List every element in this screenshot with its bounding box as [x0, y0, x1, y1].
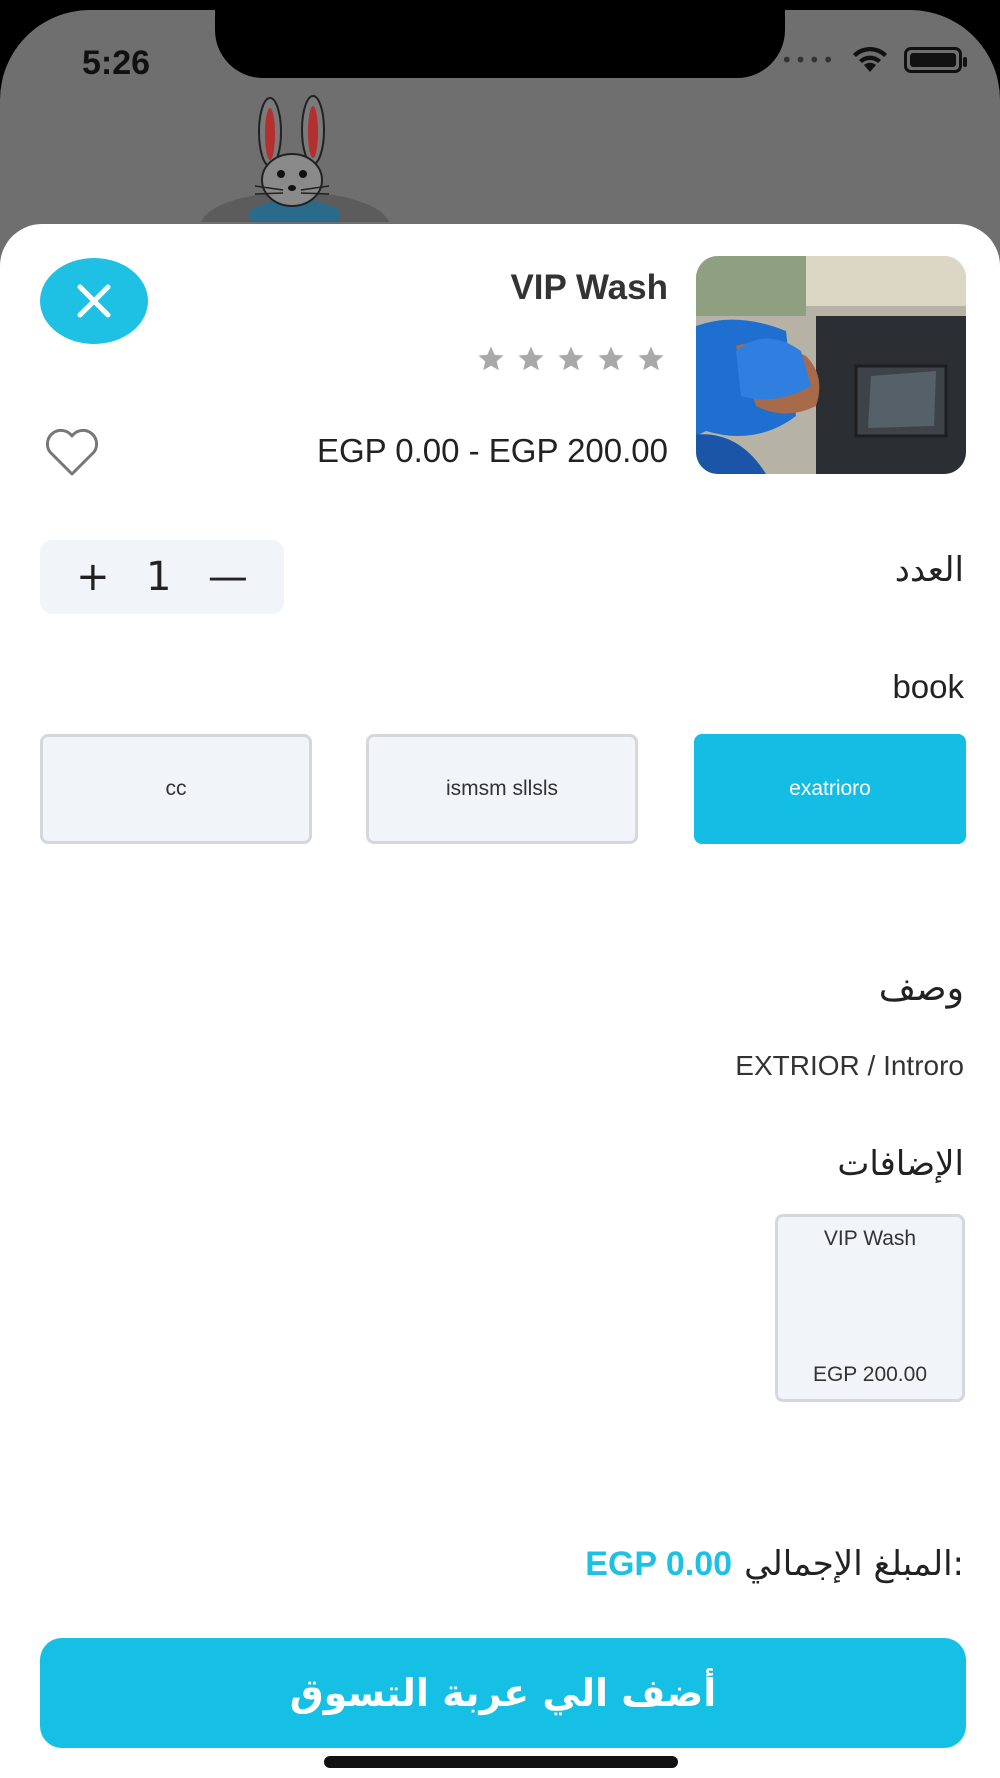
- price-range: EGP 0.00 - EGP 200.00: [316, 432, 668, 469]
- book-option-exatrioro[interactable]: exatrioro: [694, 734, 966, 844]
- total-row: EGP 0.00 المبلغ الإجمالي:: [585, 1544, 964, 1584]
- star-icon: [478, 346, 504, 371]
- total-value: EGP 0.00: [585, 1544, 733, 1583]
- product-image: [696, 256, 966, 474]
- book-option-ismsm[interactable]: ismsm sllsls: [366, 734, 638, 844]
- description-label: وصف: [878, 968, 964, 1009]
- rating-stars: [476, 344, 666, 374]
- addon-price: EGP 200.00: [812, 1363, 928, 1386]
- book-label: book: [892, 668, 964, 705]
- status-time: 5:26: [82, 44, 151, 82]
- star-icon: [638, 346, 664, 371]
- addons-label: الإضافات: [837, 1144, 964, 1184]
- addon-name: VIP Wash: [823, 1227, 917, 1250]
- quantity-stepper: + 1 —: [40, 540, 284, 614]
- star-icon: [598, 346, 624, 371]
- addon-card[interactable]: VIP Wash EGP 200.00: [775, 1214, 965, 1402]
- product-title: VIP Wash: [510, 268, 668, 307]
- close-icon: [77, 284, 111, 318]
- rabbit-mascot-logo: [201, 95, 389, 222]
- book-option-cc[interactable]: cc: [40, 734, 312, 844]
- add-to-cart-button[interactable]: أضف الي عربة التسوق: [40, 1638, 966, 1748]
- wifi-icon: [853, 46, 887, 72]
- star-icon: [518, 346, 544, 371]
- signal-dots: ••••: [780, 48, 836, 72]
- status-icons: ••••: [780, 46, 967, 74]
- total-label: المبلغ الإجمالي:: [744, 1544, 964, 1584]
- increase-quantity-button[interactable]: +: [76, 557, 110, 597]
- star-icon: [558, 346, 584, 371]
- decrease-quantity-button[interactable]: —: [208, 557, 248, 597]
- favorite-heart-icon[interactable]: [44, 428, 100, 478]
- battery-icon: [904, 47, 967, 73]
- home-indicator: [324, 1756, 678, 1768]
- quantity-value: 1: [146, 554, 172, 600]
- product-bottom-sheet: VIP Wash EGP 0.00 - EGP 200.00 + 1 — الع…: [0, 224, 1000, 1778]
- description-text: EXTRIOR / Introro: [735, 1050, 964, 1081]
- phone-frame: 5:26 •••• VIP Wash EGP 0.00 - EGP 200.00…: [0, 0, 1000, 1778]
- close-button[interactable]: [40, 258, 148, 344]
- quantity-label: العدد: [894, 550, 964, 590]
- device-notch: [215, 0, 785, 78]
